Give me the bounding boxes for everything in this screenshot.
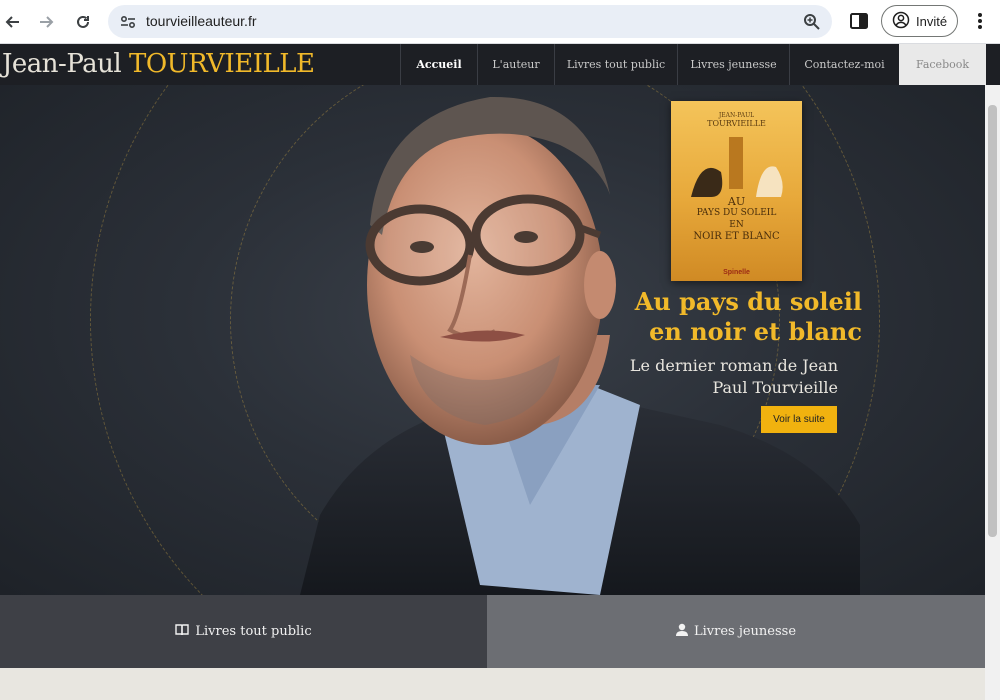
- reload-icon[interactable]: [70, 9, 96, 35]
- book-cover-author: JEAN-PAUL TOURVIEILLE: [707, 112, 766, 128]
- hero-subtitle: Le dernier roman de Jean Paul Tourvieill…: [629, 356, 838, 397]
- profile-label: Invité: [916, 13, 948, 29]
- side-panel-icon[interactable]: [848, 10, 870, 32]
- book-cover-image[interactable]: JEAN-PAUL TOURVIEILLE AU PAYS DU SOLEIL …: [671, 101, 802, 281]
- nav-accueil[interactable]: Accueil: [400, 44, 477, 85]
- site-header: Jean-Paul TOURVIEILLE Accueil L'auteur L…: [0, 44, 1000, 85]
- book-icon: [175, 623, 190, 640]
- tile-livres-tout-public[interactable]: Livres tout public: [0, 595, 487, 668]
- brand-last-name: TOURVIEILLE: [129, 49, 315, 79]
- address-bar[interactable]: tourvieilleauteur.fr: [108, 5, 832, 38]
- nav-auteur[interactable]: L'auteur: [477, 44, 554, 85]
- nav-livres-tout-public[interactable]: Livres tout public: [554, 44, 677, 85]
- site-settings-icon[interactable]: [118, 12, 138, 32]
- user-icon: [675, 623, 688, 640]
- page-scrollbar[interactable]: [985, 85, 1000, 700]
- nav-contactez-moi[interactable]: Contactez-moi: [789, 44, 899, 85]
- menu-dots-icon[interactable]: [970, 10, 990, 32]
- forward-arrow-icon[interactable]: [33, 9, 59, 35]
- zoom-icon[interactable]: [802, 12, 822, 32]
- book-publisher: Spinelle: [723, 269, 750, 276]
- book-cover-illustration: [691, 137, 783, 197]
- brand-first-name: Jean-Paul: [2, 49, 122, 79]
- tile-label: Livres tout public: [195, 624, 312, 639]
- tile-label: Livres jeunesse: [693, 624, 797, 639]
- browser-toolbar: tourvieilleauteur.fr Invité: [0, 0, 1000, 44]
- voir-la-suite-button[interactable]: Voir la suite: [761, 406, 837, 433]
- nav-livres-jeunesse[interactable]: Livres jeunesse: [677, 44, 789, 85]
- main-nav: Accueil L'auteur Livres tout public Livr…: [400, 44, 986, 85]
- profile-button[interactable]: Invité: [881, 5, 958, 37]
- hero-title: Au pays du soleil en noir et blanc: [634, 287, 862, 346]
- url-text: tourvieilleauteur.fr: [146, 13, 257, 29]
- hero-banner: JEAN-PAUL TOURVIEILLE AU PAYS DU SOLEIL …: [0, 85, 985, 595]
- tile-livres-jeunesse[interactable]: Livres jeunesse: [487, 595, 985, 668]
- back-arrow-icon[interactable]: [0, 9, 26, 35]
- profile-icon: [892, 11, 910, 32]
- scrollbar-thumb[interactable]: [988, 105, 997, 537]
- nav-facebook[interactable]: Facebook: [899, 44, 986, 85]
- page-footer-area: [0, 668, 985, 700]
- site-logo[interactable]: Jean-Paul TOURVIEILLE: [2, 49, 315, 79]
